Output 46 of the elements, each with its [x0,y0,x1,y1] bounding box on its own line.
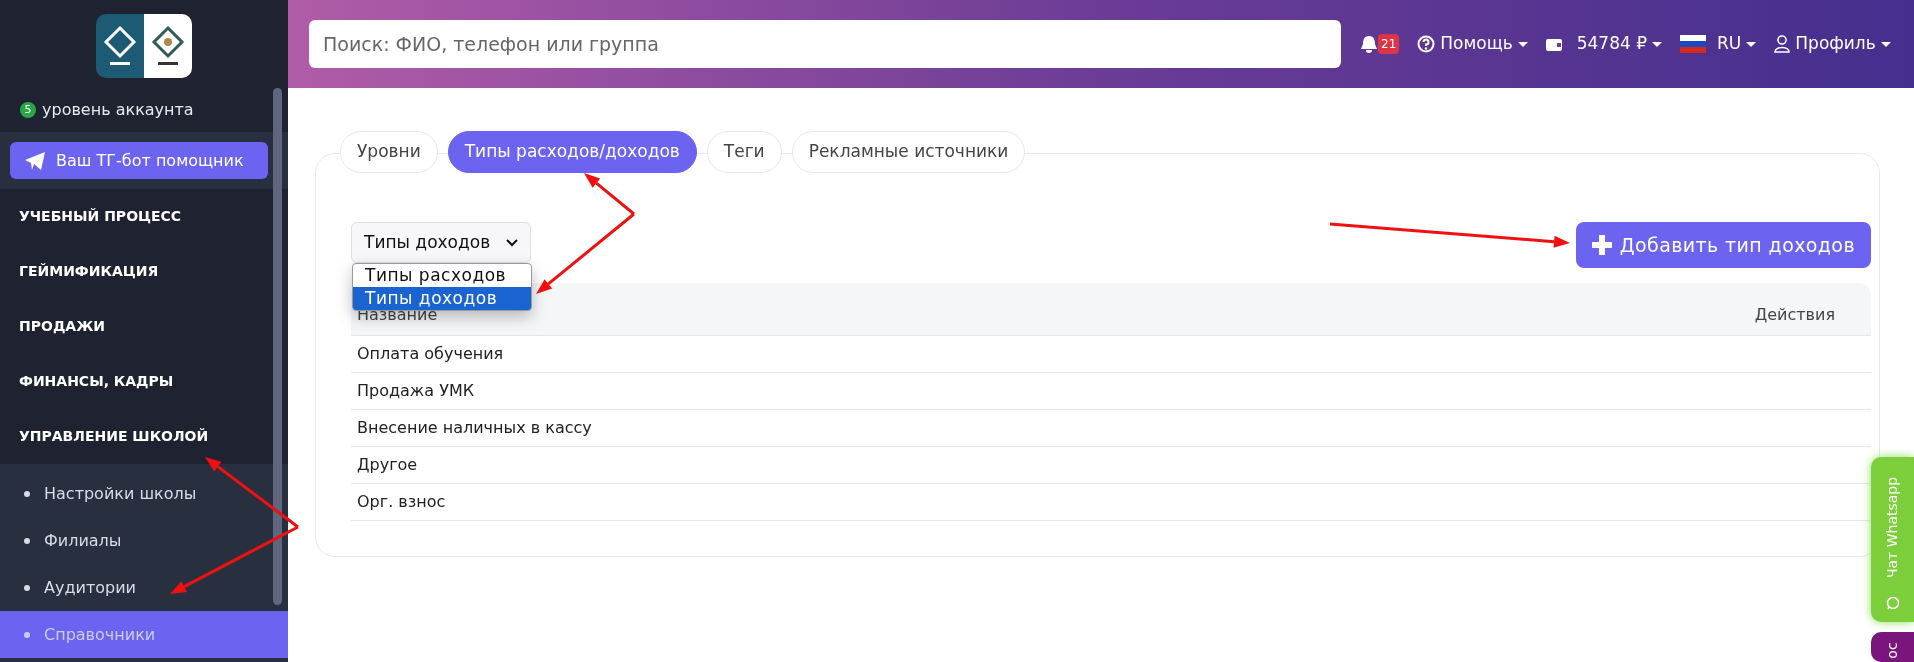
sidebar-menu-item[interactable]: ПРОДАЖИ [0,299,288,354]
tab[interactable]: Теги [706,131,782,173]
sidebar-subitem[interactable]: Аудитории [0,564,288,611]
wallet-icon [1545,37,1562,51]
tab[interactable]: Уровни [340,131,438,173]
sidebar-subitem[interactable]: Филиалы [0,517,288,564]
bell-icon[interactable] [1359,34,1379,54]
caret-icon [1746,41,1757,47]
side-tab[interactable]: ос [1871,632,1914,662]
caret-icon [1652,41,1663,47]
add-income-type-button[interactable]: Добавить тип доходов [1575,222,1871,268]
scrollbar[interactable] [273,88,282,605]
tab[interactable]: Рекламные источники [791,131,1026,173]
column-header: Действия [1754,304,1835,326]
caret-icon [1880,41,1891,47]
sidebar-menu-item[interactable]: УПРАВЛЕНИЕ ШКОЛОЙ [0,409,288,464]
table-cell-text: Продажа УМК [357,380,475,402]
sidebar-menu-item[interactable]: УЧЕБНЫЙ ПРОЦЕСС [0,189,288,244]
flag-icon [1680,35,1707,53]
balance-menu[interactable]: 54784 ₽ [1545,31,1663,57]
table-cell-text: Орг. взнос [357,491,446,513]
level-badge: 5 [20,102,36,118]
plus-icon [1591,235,1612,255]
sidebar-menu-item[interactable]: ФИНАНСЫ, КАДРЫ [0,354,288,409]
chat-bubble-icon [1885,596,1900,610]
table-cell-text: Оплата обучения [357,343,504,365]
language-menu[interactable]: RU [1680,31,1757,57]
person-icon [1774,35,1791,53]
tab[interactable]: Типы расходов/доходов [447,131,697,173]
telegram-bot-button[interactable]: Ваш ТГ-бот помощник [10,142,268,179]
help-menu[interactable]: Помощь [1417,31,1528,57]
profile-menu[interactable]: Профиль [1774,31,1891,57]
sidebar-subitem[interactable]: Настройки школы [0,470,288,517]
account-level-label: уровень аккаунта [42,99,194,121]
dropdown-option[interactable]: Типы расходов [353,264,531,287]
question-circle-icon [1417,35,1436,53]
type-select[interactable]: Типы доходов [351,222,531,263]
notification-count: 21 [1378,34,1400,54]
chevron-down-icon [506,238,518,247]
search-field[interactable]: Поиск: ФИО, телефон или группа [309,20,1341,68]
table-cell-text: Внесение наличных в кассу [357,417,592,439]
sidebar-menu-item[interactable]: ГЕЙМИФИКАЦИЯ [0,244,288,299]
paper-plane-icon [24,150,46,171]
dropdown-option[interactable]: Типы доходов [353,287,531,310]
caret-icon [1517,41,1528,47]
table-cell-text: Другое [357,454,418,476]
